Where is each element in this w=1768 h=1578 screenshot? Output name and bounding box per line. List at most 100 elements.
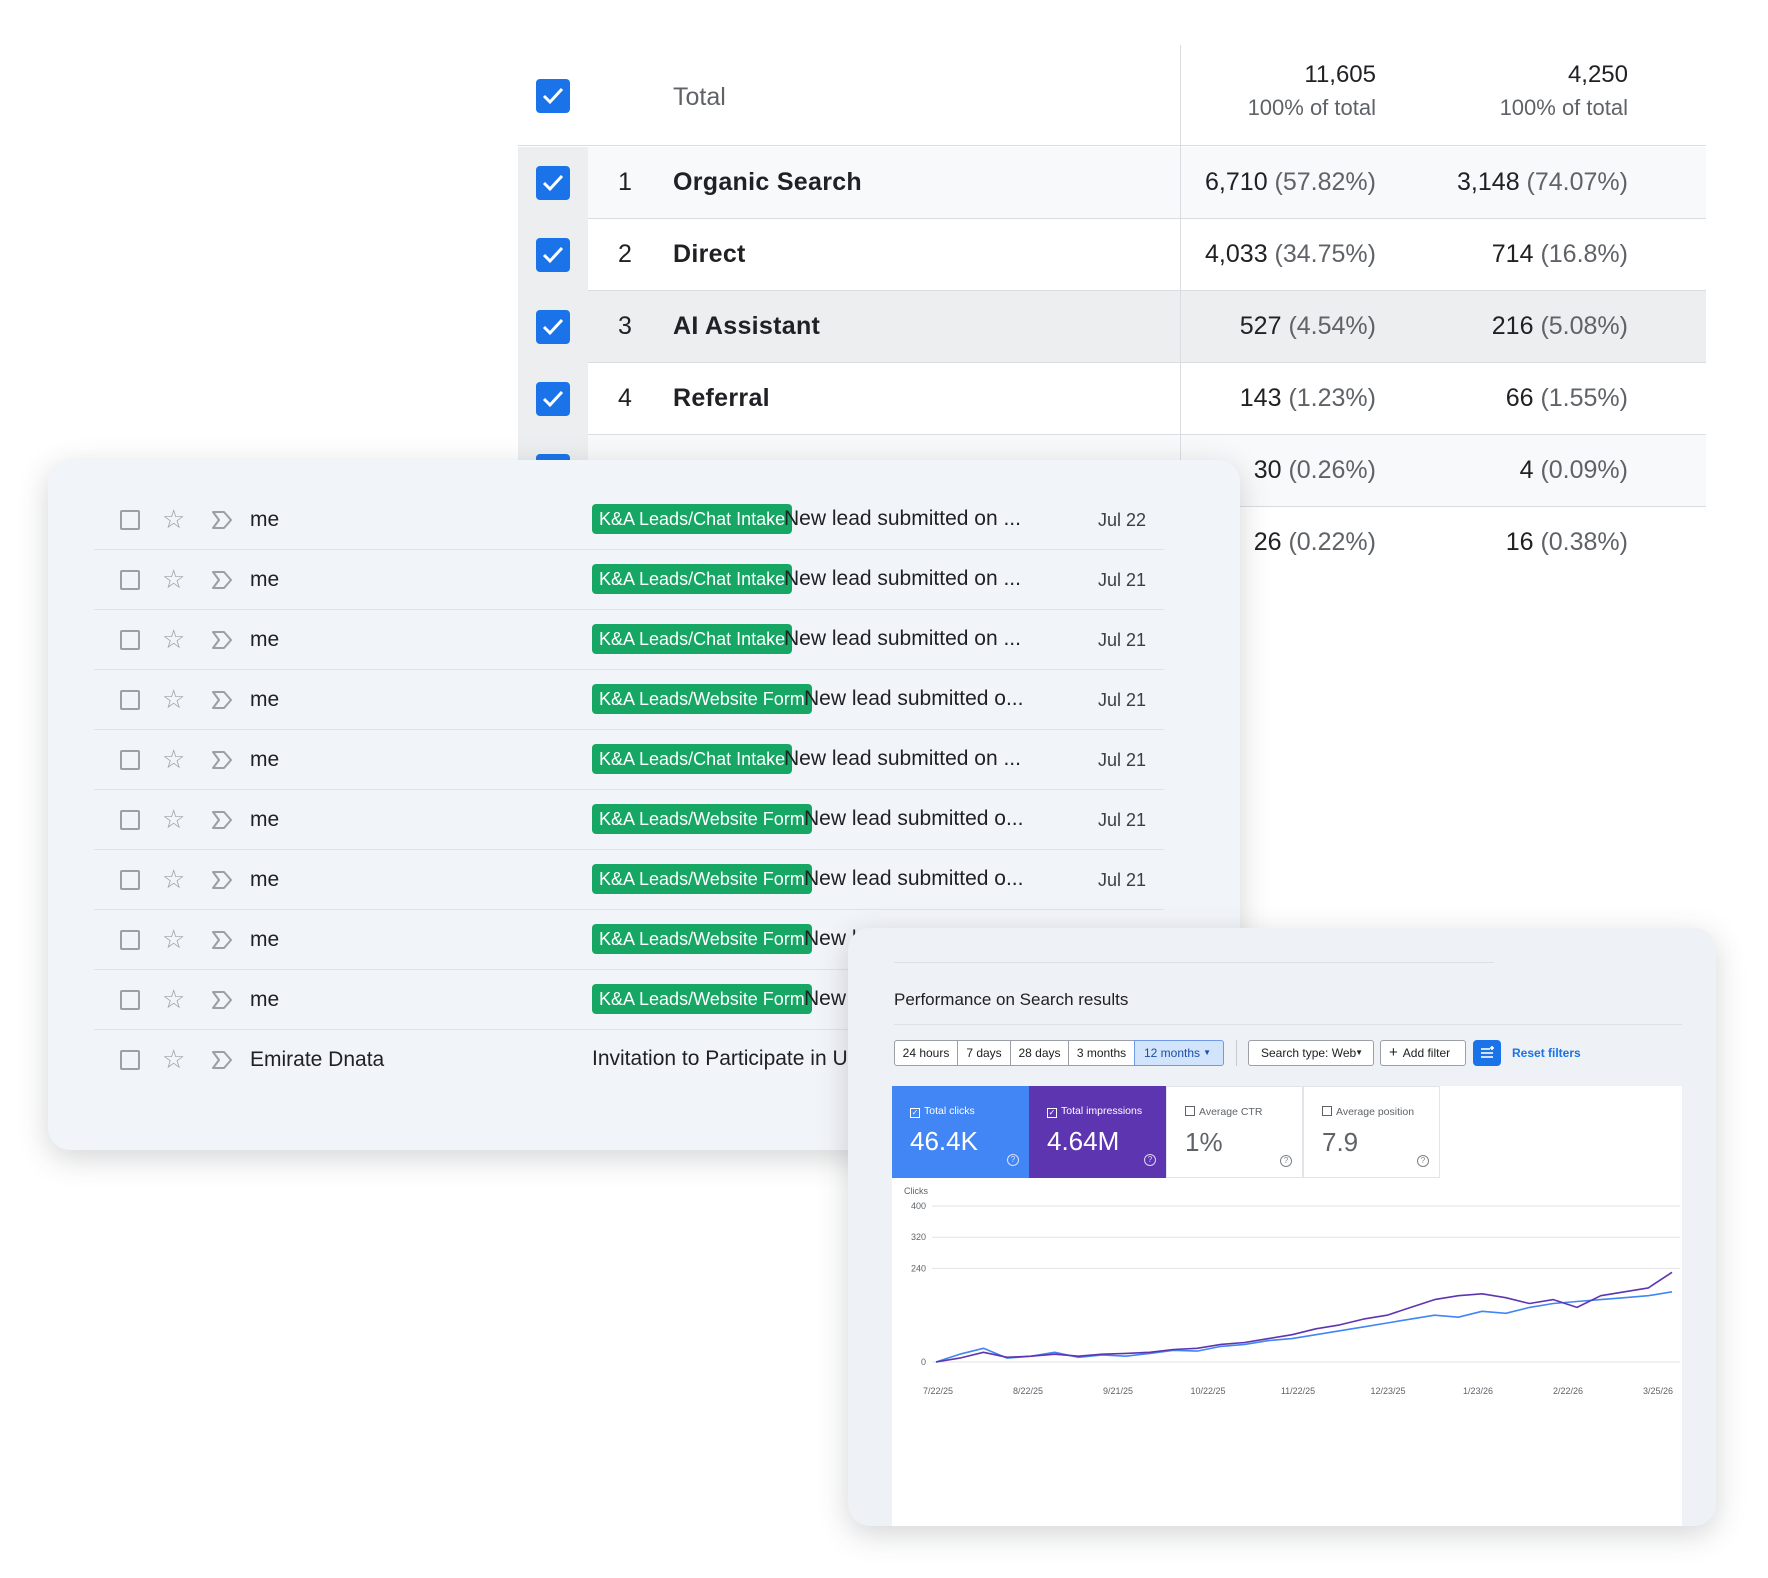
email-checkbox[interactable] [120, 870, 140, 890]
row-checkbox[interactable] [536, 382, 570, 416]
toolbar-separator [1236, 1040, 1237, 1066]
email-row[interactable]: ☆ me K&A Leads/Chat Intake New lead submitt… [94, 490, 1164, 550]
email-sender: me [250, 808, 280, 831]
email-label-chip[interactable]: K&A Leads/Website Form [592, 684, 812, 714]
email-checkbox[interactable] [120, 930, 140, 950]
email-label-chip[interactable]: K&A Leads/Website Form [592, 804, 812, 834]
star-icon[interactable]: ☆ [162, 506, 185, 532]
channel-name[interactable]: Direct [673, 240, 746, 269]
email-subject: New lead submitted on ... [784, 507, 1021, 530]
important-marker-icon[interactable] [210, 569, 234, 591]
email-checkbox[interactable] [120, 1050, 140, 1070]
metric-label: Average position [1322, 1106, 1414, 1118]
row-checkbox[interactable] [536, 238, 570, 272]
email-row[interactable]: ☆ me K&A Leads/Website Form New lead submit… [94, 850, 1164, 910]
email-checkbox[interactable] [120, 750, 140, 770]
range-12-months[interactable]: 12 months ▼ [1134, 1040, 1224, 1066]
total-sub-1: 100% of total [1247, 95, 1376, 120]
metric-total-clicks[interactable]: ✓ Total clicks 46.4K ? [892, 1086, 1029, 1178]
y-tick-label: 240 [911, 1263, 926, 1273]
metric-label: Average CTR [1185, 1106, 1262, 1118]
metric-average-ctr[interactable]: Average CTR 1% ? [1166, 1086, 1303, 1178]
x-tick-label: 8/22/25 [1013, 1386, 1043, 1396]
channel-name[interactable]: AI Assistant [673, 312, 820, 341]
important-marker-icon[interactable] [210, 1049, 234, 1071]
important-marker-icon[interactable] [210, 989, 234, 1011]
search-type-dropdown[interactable]: Search type: Web ▼ [1248, 1040, 1374, 1066]
total-checkbox[interactable] [536, 79, 570, 113]
email-label-chip[interactable]: K&A Leads/Chat Intake [592, 744, 793, 774]
check-icon [542, 87, 564, 105]
important-marker-icon[interactable] [210, 689, 234, 711]
email-subject: New lead submitted on ... [784, 567, 1021, 590]
email-checkbox[interactable] [120, 810, 140, 830]
email-row[interactable]: ☆ me K&A Leads/Chat Intake New lead submitt… [94, 550, 1164, 610]
email-label-chip[interactable]: K&A Leads/Website Form [592, 924, 812, 954]
row-checkbox[interactable] [536, 310, 570, 344]
metric-average-position[interactable]: Average position 7.9 ? [1303, 1086, 1440, 1178]
total-sub-2: 100% of total [1499, 95, 1628, 120]
value-1-number: 6,710 [1205, 168, 1268, 196]
email-subject: New lead submitted o... [804, 867, 1024, 890]
value-2-pct: (0.09%) [1540, 456, 1628, 484]
range-3-months[interactable]: 3 months [1068, 1040, 1135, 1066]
range-24-hours[interactable]: 24 hours [894, 1040, 958, 1066]
impressions-series-line [935, 1271, 1673, 1363]
star-icon[interactable]: ☆ [162, 866, 185, 892]
clicks-line-chart: Clicks 400 320 240 0 7/22/25 8/22/25 9/21/25 10/… [904, 1186, 1680, 1396]
email-checkbox[interactable] [120, 630, 140, 650]
email-checkbox[interactable] [120, 570, 140, 590]
email-sender: me [250, 568, 280, 591]
email-checkbox[interactable] [120, 510, 140, 530]
filter-settings-button[interactable] [1473, 1040, 1501, 1066]
email-row[interactable]: ☆ me K&A Leads/Website Form New lead submit… [94, 670, 1164, 730]
range-7-days[interactable]: 7 days [957, 1040, 1011, 1066]
value-1: 4,033 (34.75%) [1205, 240, 1376, 269]
email-row[interactable]: ☆ me K&A Leads/Chat Intake New lead submitt… [94, 610, 1164, 670]
add-filter-button[interactable]: + Add filter [1380, 1040, 1466, 1066]
important-marker-icon[interactable] [210, 509, 234, 531]
checkbox-checked-icon: ✓ [910, 1108, 920, 1118]
value-1: 6,710 (57.82%) [1205, 168, 1376, 197]
important-marker-icon[interactable] [210, 929, 234, 951]
value-1: 30 (0.26%) [1254, 456, 1376, 485]
email-row[interactable]: ☆ me K&A Leads/Chat Intake New lead submitt… [94, 730, 1164, 790]
email-label-chip[interactable]: K&A Leads/Chat Intake [592, 504, 793, 534]
email-date: Jul 21 [1097, 690, 1146, 710]
reset-filters-link[interactable]: Reset filters [1512, 1046, 1581, 1060]
email-sender: me [250, 508, 280, 531]
email-label-chip[interactable]: K&A Leads/Website Form [592, 984, 812, 1014]
channel-name[interactable]: Organic Search [673, 168, 862, 197]
email-row[interactable]: ☆ me K&A Leads/Website Form New lead submit… [94, 790, 1164, 850]
important-marker-icon[interactable] [210, 629, 234, 651]
checkbox-icon [1185, 1106, 1195, 1116]
email-date: Jul 21 [1097, 570, 1146, 590]
email-checkbox[interactable] [120, 990, 140, 1010]
star-icon[interactable]: ☆ [162, 926, 185, 952]
dropdown-arrow-icon: ▼ [1355, 1048, 1363, 1057]
row-checkbox[interactable] [536, 166, 570, 200]
star-icon[interactable]: ☆ [162, 746, 185, 772]
value-2: 714 (16.8%) [1492, 240, 1628, 269]
row-number: 3 [618, 312, 632, 340]
email-sender: me [250, 688, 280, 711]
star-icon[interactable]: ☆ [162, 566, 185, 592]
important-marker-icon[interactable] [210, 869, 234, 891]
star-icon[interactable]: ☆ [162, 626, 185, 652]
email-label-chip[interactable]: K&A Leads/Website Form [592, 864, 812, 894]
value-2-pct: (74.07%) [1526, 168, 1628, 196]
important-marker-icon[interactable] [210, 749, 234, 771]
x-tick-label: 2/22/26 [1553, 1386, 1583, 1396]
email-checkbox[interactable] [120, 690, 140, 710]
email-label-chip[interactable]: K&A Leads/Chat Intake [592, 624, 793, 654]
star-icon[interactable]: ☆ [162, 986, 185, 1012]
range-28-days[interactable]: 28 days [1010, 1040, 1069, 1066]
email-label-chip[interactable]: K&A Leads/Chat Intake [592, 564, 793, 594]
star-icon[interactable]: ☆ [162, 806, 185, 832]
table-row: 2 Direct 4,033 (34.75%) 714 (16.8%) [518, 219, 1706, 291]
metric-total-impressions[interactable]: ✓ Total impressions 4.64M ? [1029, 1086, 1166, 1178]
important-marker-icon[interactable] [210, 809, 234, 831]
channel-name[interactable]: Referral [673, 384, 770, 413]
star-icon[interactable]: ☆ [162, 1046, 185, 1072]
star-icon[interactable]: ☆ [162, 686, 185, 712]
